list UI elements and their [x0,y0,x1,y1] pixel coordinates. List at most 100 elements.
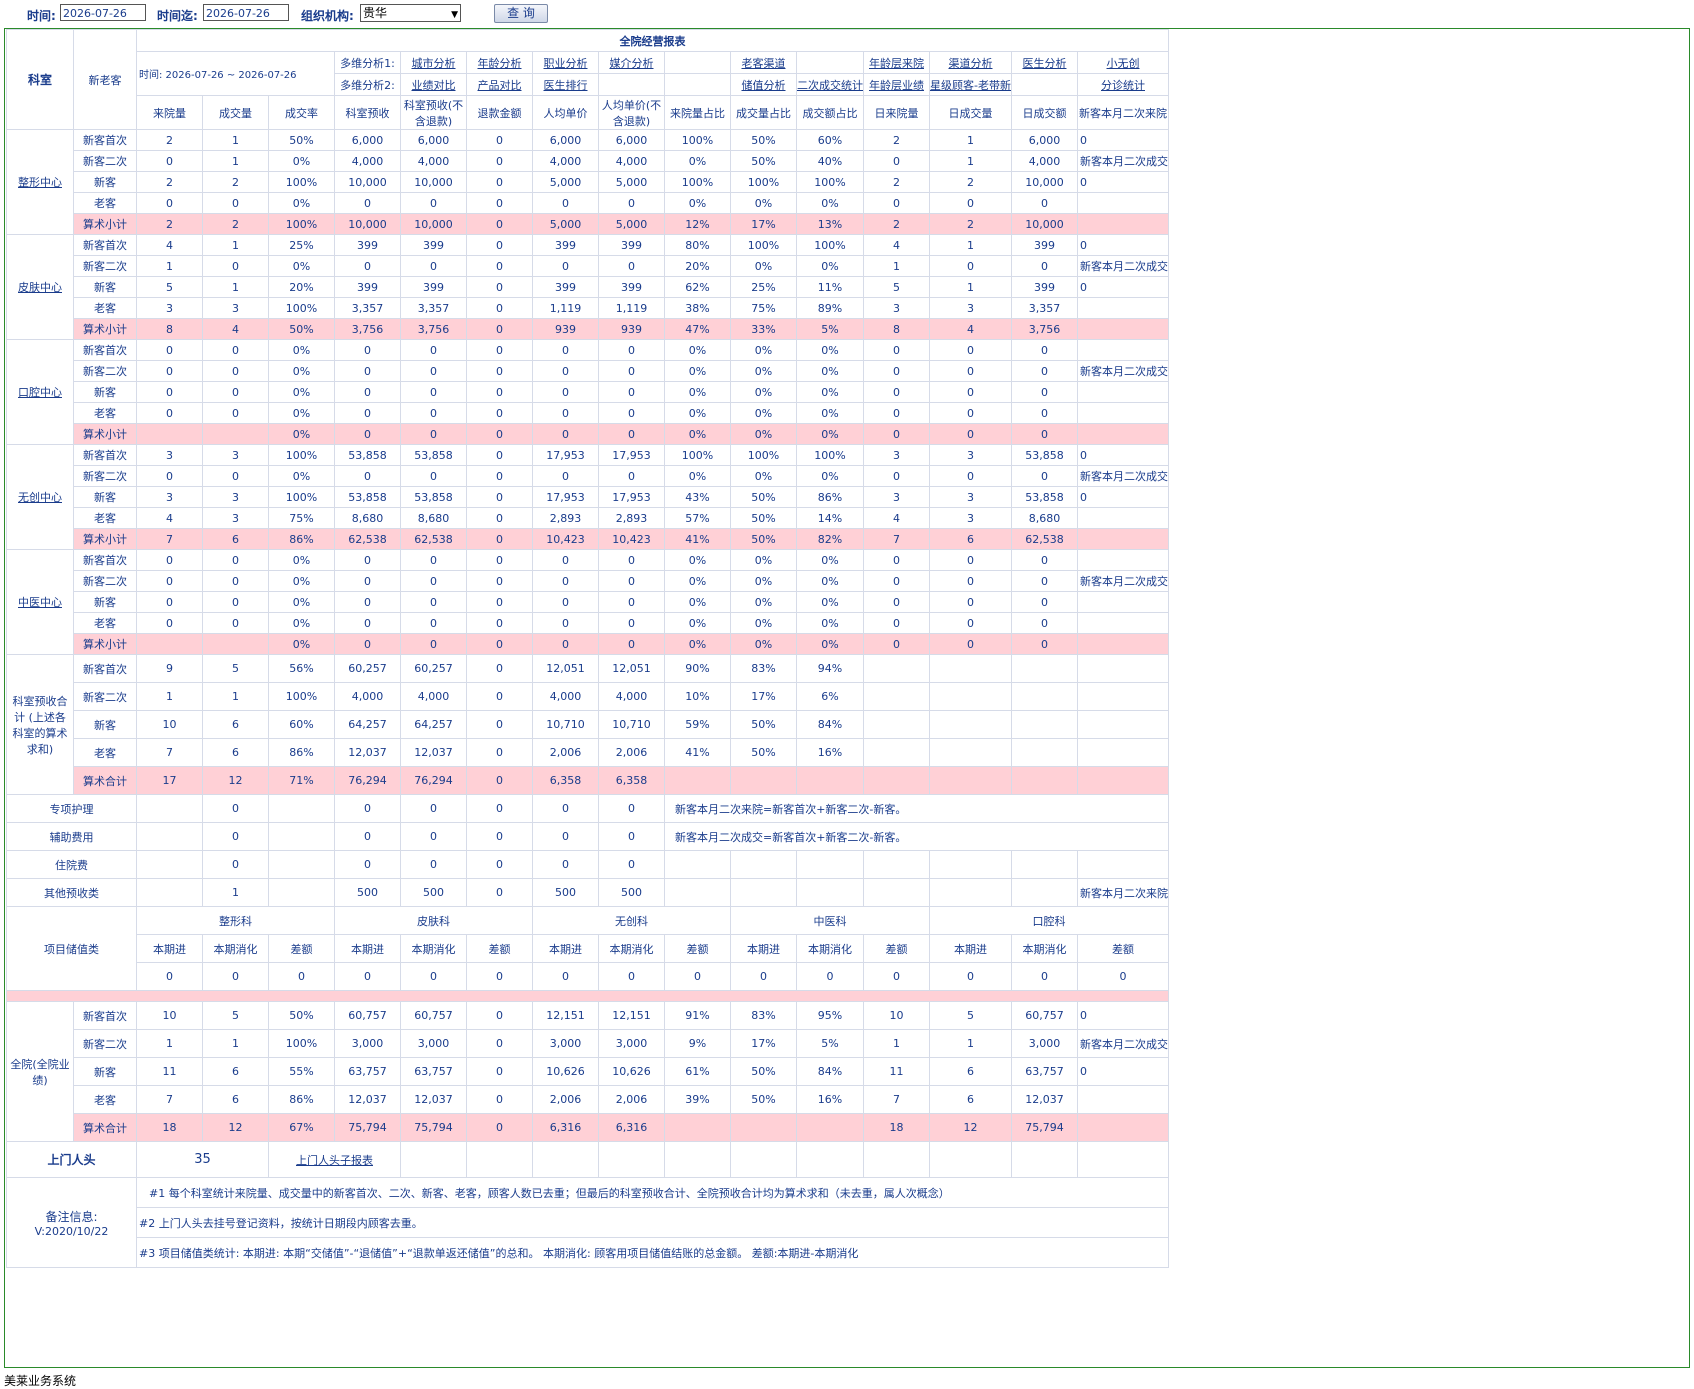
data-cell: 0 [466,633,533,655]
data-cell: 0 [466,276,533,298]
data-cell: 0 [466,1001,533,1030]
stored-sub-header: 本期进 [136,934,203,963]
analysis2-link-7[interactable]: 二次成交统计 [796,73,864,96]
stored-sub-header: 差额 [466,934,533,963]
data-cell: 0 [863,423,930,445]
analysis2-link-2[interactable]: 产品对比 [466,73,533,96]
analysis-link-text[interactable]: 星级顾客-老带新 [930,79,1011,92]
analysis2-link-6[interactable]: 储值分析 [730,73,797,96]
dept-link[interactable]: 中医中心 [18,596,62,609]
org-select[interactable]: 贵华 ▼ [360,4,461,22]
note-line: #1 每个科室统计来院量、成交量中的新客首次、二次、新客、老客，顾客人数已去重；… [135,1177,1170,1208]
analysis-link-text[interactable]: 医生排行 [544,79,588,92]
data-cell: 0 [202,549,269,571]
data-cell: 0% [664,339,731,361]
analysis2-link-9[interactable]: 星级顾客-老带新 [929,73,1012,96]
analysis-link-text[interactable]: 业绩对比 [412,79,456,92]
analysis-link-8[interactable]: 年龄层来院 [863,51,930,74]
data-cell: 86% [796,486,864,508]
data-cell: 0 [466,1029,533,1058]
analysis-link-text[interactable]: 老客渠道 [742,57,786,70]
analysis-link-1[interactable]: 城市分析 [400,51,467,74]
analysis-link-3[interactable]: 职业分析 [532,51,599,74]
dept-name[interactable]: 口腔中心 [6,339,74,445]
dept-link[interactable]: 口腔中心 [18,386,62,399]
analysis-link-text[interactable]: 城市分析 [412,57,456,70]
data-cell: 0% [796,591,864,613]
time-input[interactable]: 2026-07-26 [60,4,146,21]
analysis2-link-11[interactable]: 分诊统计 [1076,73,1170,96]
data-cell: 0% [796,192,864,214]
row-type-label: 新客二次 [73,150,137,172]
column-header: 科室预收(不含退款) [400,95,467,130]
dept-name[interactable]: 皮肤中心 [6,234,74,340]
data-cell: 0 [466,794,533,823]
analysis-link-text[interactable]: 分诊统计 [1101,79,1145,92]
analysis2-link-8[interactable]: 年龄层业绩 [863,73,930,96]
analysis-link-text[interactable]: 年龄分析 [478,57,522,70]
data-cell: 0 [466,423,533,445]
data-cell: 75,794 [334,1113,401,1142]
analysis-link-text[interactable]: 年龄层来院 [869,57,924,70]
row-type-label: 算术合计 [73,1113,137,1142]
data-cell: 0% [664,612,731,634]
stored-dept-header: 口腔科 [928,906,1170,935]
empty-cell [532,1141,599,1178]
dept-link[interactable]: 无创中心 [18,491,62,504]
dept-link[interactable]: 皮肤中心 [18,281,62,294]
analysis-link-2[interactable]: 年龄分析 [466,51,533,74]
data-cell: 2,006 [532,1085,599,1114]
data-cell [730,766,797,795]
visitors-report-link-text[interactable]: 上门人头子报表 [296,1154,373,1167]
data-cell: 3 [929,297,1012,319]
data-cell: 0 [400,402,467,424]
analysis-link-text[interactable]: 职业分析 [544,57,588,70]
data-cell: 12,037 [334,1085,401,1114]
row-type-label: 老客 [73,297,137,319]
analysis-link-9[interactable]: 渠道分析 [929,51,1012,74]
data-cell: 0 [929,423,1012,445]
version-text: V:2020/10/22 [34,1224,109,1238]
data-cell: 0% [796,633,864,655]
analysis-link-text[interactable]: 二次成交统计 [797,79,863,92]
stored-sub-header: 本期消化 [796,934,864,963]
data-cell: 5,000 [598,213,665,235]
data-cell: 0 [400,192,467,214]
data-cell: 75% [268,507,335,529]
analysis-link-text[interactable]: 产品对比 [478,79,522,92]
analysis-link-11[interactable]: 小无创 [1076,51,1170,74]
data-cell: 94% [796,654,864,683]
analysis-link-text[interactable]: 渠道分析 [948,57,992,70]
stored-dept-header: 整形科 [136,906,335,935]
analysis-link-10[interactable]: 医生分析 [1010,51,1078,74]
query-button[interactable]: 查 询 [494,4,548,23]
analysis-link-text[interactable]: 医生分析 [1022,57,1066,70]
analysis-link-text[interactable]: 年龄层业绩 [869,79,924,92]
dept-name[interactable]: 整形中心 [6,129,74,235]
row-type-label: 新客首次 [73,549,137,571]
analysis2-link-3[interactable]: 医生排行 [532,73,599,96]
data-cell: 0 [598,570,665,592]
row-type-label: 新客首次 [73,1001,137,1030]
data-cell: 0% [268,150,335,172]
analysis-link-text[interactable]: 储值分析 [742,79,786,92]
data-cell: 新客本月二次成交 [1076,360,1170,382]
analysis-link-4[interactable]: 媒介分析 [598,51,665,74]
data-cell: 10 [863,1001,930,1030]
data-cell: 60,257 [334,654,401,683]
dept-name[interactable]: 无创中心 [6,444,74,550]
visitors-report-link[interactable]: 上门人头子报表 [268,1141,401,1178]
data-cell: 0% [730,465,797,487]
analysis2-link-1[interactable]: 业绩对比 [400,73,467,96]
analysis-link-6[interactable]: 老客渠道 [730,51,797,74]
analysis-link-text[interactable]: 小无创 [1107,57,1140,70]
dept-link[interactable]: 整形中心 [18,176,62,189]
empty-cell [1010,850,1078,879]
visitors-value: 35 [136,1141,269,1178]
data-cell: 0 [598,360,665,382]
time-until-input[interactable]: 2026-07-26 [203,4,289,21]
analysis-link-text[interactable]: 媒介分析 [610,57,654,70]
data-cell: 0 [202,570,269,592]
dept-name[interactable]: 中医中心 [6,549,74,655]
data-cell: 12 [202,1113,269,1142]
